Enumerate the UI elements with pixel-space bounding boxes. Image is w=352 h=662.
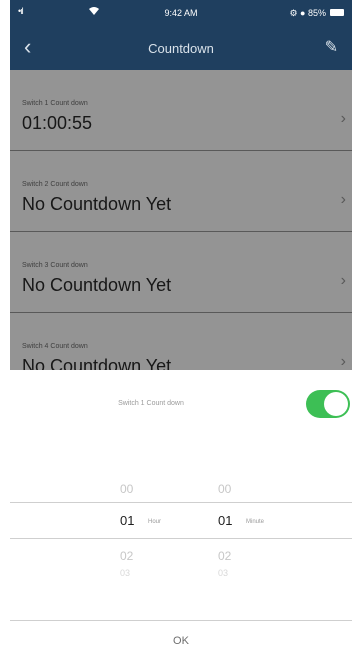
hour-option[interactable]: 03: [120, 568, 130, 578]
minute-wheel[interactable]: 00 01 Minute 02 03: [218, 458, 328, 616]
ok-button-label: OK: [173, 635, 189, 647]
hour-option[interactable]: 00: [120, 482, 133, 496]
countdown-toggle[interactable]: [306, 390, 350, 418]
hour-option[interactable]: 02: [120, 549, 133, 563]
toggle-knob: [324, 392, 348, 416]
modal-backdrop[interactable]: [10, 70, 352, 370]
minute-option[interactable]: 00: [218, 482, 231, 496]
hour-unit-label: Hour: [148, 519, 162, 525]
minute-selected[interactable]: 01: [218, 513, 232, 528]
status-bar: •ıl 9:42 AM ⚙ ● 85%: [10, 0, 352, 28]
countdown-picker-sheet: Switch 1 Count down 00 01 Hour 02 03 00 …: [10, 370, 352, 662]
minute-option[interactable]: 03: [218, 568, 228, 578]
hour-selected[interactable]: 01: [120, 513, 134, 528]
time-picker[interactable]: 00 01 Hour 02 03 00 01 Minute 02 03: [10, 458, 352, 616]
minute-option[interactable]: 02: [218, 549, 231, 563]
battery-icon: [330, 9, 344, 16]
nav-bar: ‹ Countdown ✎: [10, 28, 352, 70]
minute-unit-label: Minute: [246, 519, 265, 525]
ok-button[interactable]: OK: [10, 620, 352, 662]
countdown-screen: •ıl 9:42 AM ⚙ ● 85% ‹ Countdown ✎ Switch…: [0, 0, 352, 662]
sheet-title: Switch 1 Count down: [118, 400, 184, 407]
status-indicators: ⚙ ● 85%: [289, 8, 326, 18]
page-title: Countdown: [148, 41, 214, 56]
edit-pencil-icon[interactable]: ✎: [325, 37, 338, 57]
hour-wheel[interactable]: 00 01 Hour 02 03: [120, 458, 230, 616]
